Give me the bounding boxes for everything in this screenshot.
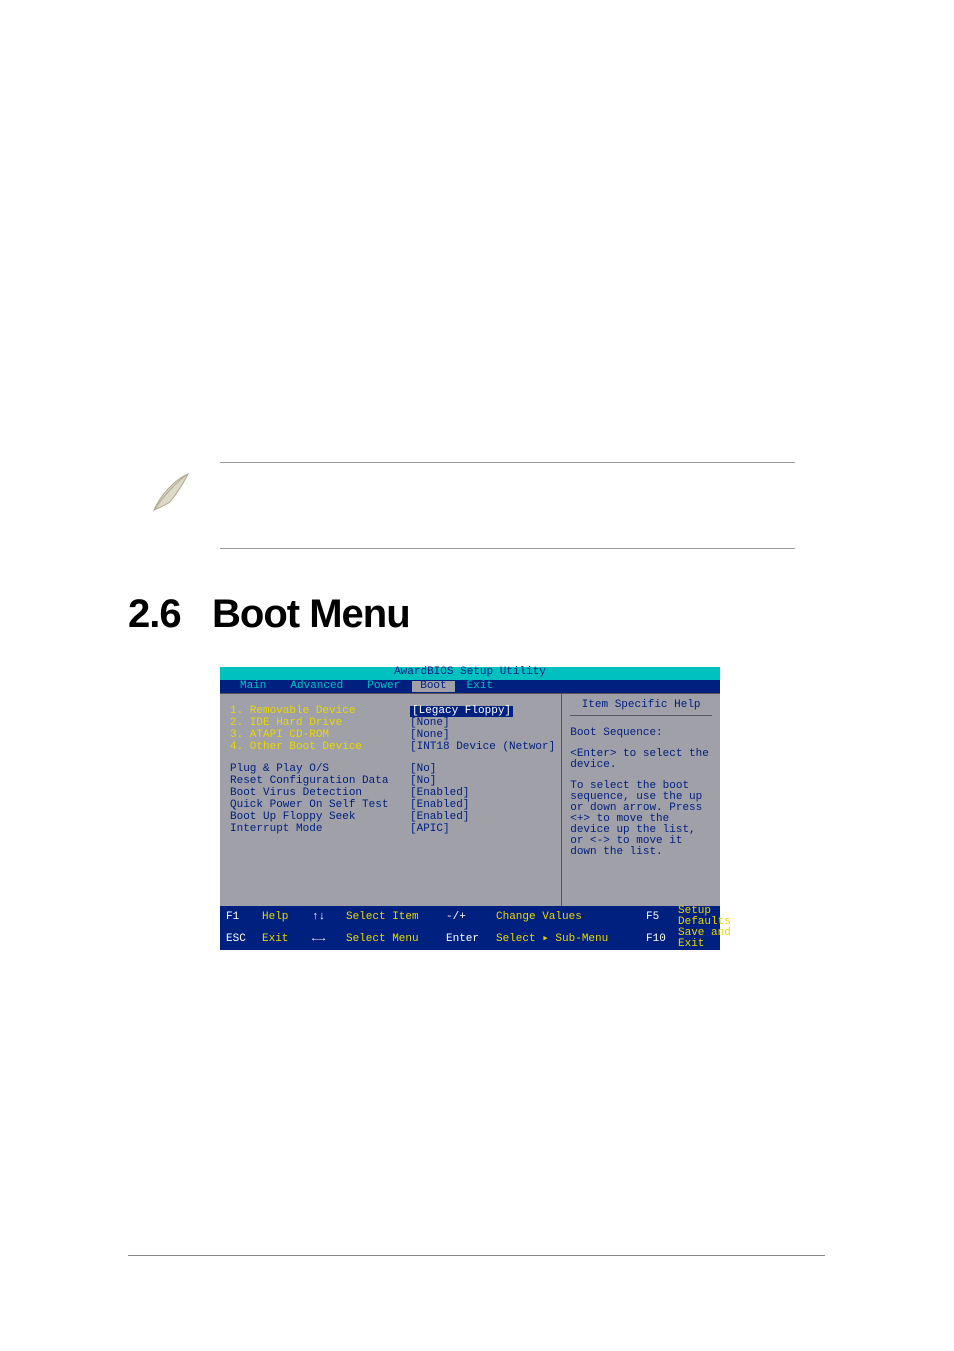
row-value[interactable]: [INT18 Device (Networ] <box>410 742 555 753</box>
row-label[interactable]: 1. Removable Device <box>230 706 410 717</box>
row-value[interactable]: [Enabled] <box>410 812 469 823</box>
bios-menubar: Main Advanced Power Boot Exit <box>220 680 720 693</box>
footer-key: ←→ <box>312 934 346 945</box>
boot-row: 1. Removable Device[Legacy Floppy] <box>230 706 555 717</box>
footer-label: Select Item <box>346 912 446 923</box>
note-feather-icon <box>148 468 196 516</box>
bios-footer: F1 Help ↑↓ Select Item -/+ Change Values… <box>220 906 720 950</box>
boot-row: 4. Other Boot Device[INT18 Device (Netwo… <box>230 742 555 753</box>
row-value[interactable]: [No] <box>410 776 436 787</box>
footer-label: Help <box>262 912 312 923</box>
row-label[interactable]: Quick Power On Self Test <box>230 800 410 811</box>
row-value[interactable]: [Enabled] <box>410 788 469 799</box>
footer-key: F10 <box>646 934 678 945</box>
footer-label: Exit <box>262 934 312 945</box>
footer-key: -/+ <box>446 912 496 923</box>
bios-screenshot: AwardBIOS Setup Utility Main Advanced Po… <box>220 667 720 950</box>
row-value[interactable]: [None] <box>410 730 450 741</box>
tab-main[interactable]: Main <box>228 681 278 692</box>
footer-label: Save and Exit <box>678 928 731 950</box>
tab-advanced[interactable]: Advanced <box>278 681 355 692</box>
row-value[interactable]: [None] <box>410 718 450 729</box>
row-label[interactable]: 3. ATAPI CD-ROM <box>230 730 410 741</box>
footer-key: F5 <box>646 912 678 923</box>
help-text-2: <Enter> to select the device. <box>570 749 712 771</box>
row-value[interactable]: [No] <box>410 764 436 775</box>
row-label[interactable]: Boot Virus Detection <box>230 788 410 799</box>
footer-label: Change Values <box>496 912 646 923</box>
note-divider-top <box>220 462 795 463</box>
page-footer-divider <box>128 1255 825 1256</box>
footer-key: F1 <box>226 912 262 923</box>
row-value[interactable]: [APIC] <box>410 824 450 835</box>
setting-row: Boot Up Floppy Seek[Enabled] <box>230 812 555 823</box>
row-value[interactable]: [Legacy Floppy] <box>410 706 513 717</box>
section-title: Boot Menu <box>212 592 410 636</box>
tab-power[interactable]: Power <box>355 681 412 692</box>
setting-row: Interrupt Mode[APIC] <box>230 824 555 835</box>
setting-row: Quick Power On Self Test[Enabled] <box>230 800 555 811</box>
footer-key: ↑↓ <box>312 912 346 923</box>
bios-main-panel: 1. Removable Device[Legacy Floppy] 2. ID… <box>220 694 562 906</box>
row-label[interactable]: Interrupt Mode <box>230 824 410 835</box>
help-text-1: Boot Sequence: <box>570 728 712 739</box>
row-label[interactable]: 2. IDE Hard Drive <box>230 718 410 729</box>
row-label[interactable]: Reset Configuration Data <box>230 776 410 787</box>
section-number: 2.6 <box>128 592 212 637</box>
row-value[interactable]: [Enabled] <box>410 800 469 811</box>
footer-label: Select ▸ Sub-Menu <box>496 934 646 945</box>
setting-row: Reset Configuration Data[No] <box>230 776 555 787</box>
footer-label: Setup Defaults <box>678 906 731 928</box>
boot-row: 2. IDE Hard Drive[None] <box>230 718 555 729</box>
row-label[interactable]: Plug & Play O/S <box>230 764 410 775</box>
footer-key: Enter <box>446 934 496 945</box>
boot-row: 3. ATAPI CD-ROM[None] <box>230 730 555 741</box>
note-divider-bottom <box>220 548 795 549</box>
footer-label: Select Menu <box>346 934 446 945</box>
footer-key: ESC <box>226 934 262 945</box>
row-label[interactable]: Boot Up Floppy Seek <box>230 812 410 823</box>
setting-row: Plug & Play O/S[No] <box>230 764 555 775</box>
help-text-3: To select the boot sequence, use the up … <box>570 781 712 858</box>
row-label[interactable]: 4. Other Boot Device <box>230 742 410 753</box>
bios-title: AwardBIOS Setup Utility <box>220 667 720 680</box>
tab-boot[interactable]: Boot <box>412 681 454 692</box>
bios-help-panel: Item Specific Help Boot Sequence: <Enter… <box>562 694 720 906</box>
help-title: Item Specific Help <box>570 700 712 716</box>
bios-body: 1. Removable Device[Legacy Floppy] 2. ID… <box>220 693 720 906</box>
section-heading: 2.6Boot Menu <box>128 592 410 637</box>
tab-exit[interactable]: Exit <box>455 681 505 692</box>
setting-row: Boot Virus Detection[Enabled] <box>230 788 555 799</box>
